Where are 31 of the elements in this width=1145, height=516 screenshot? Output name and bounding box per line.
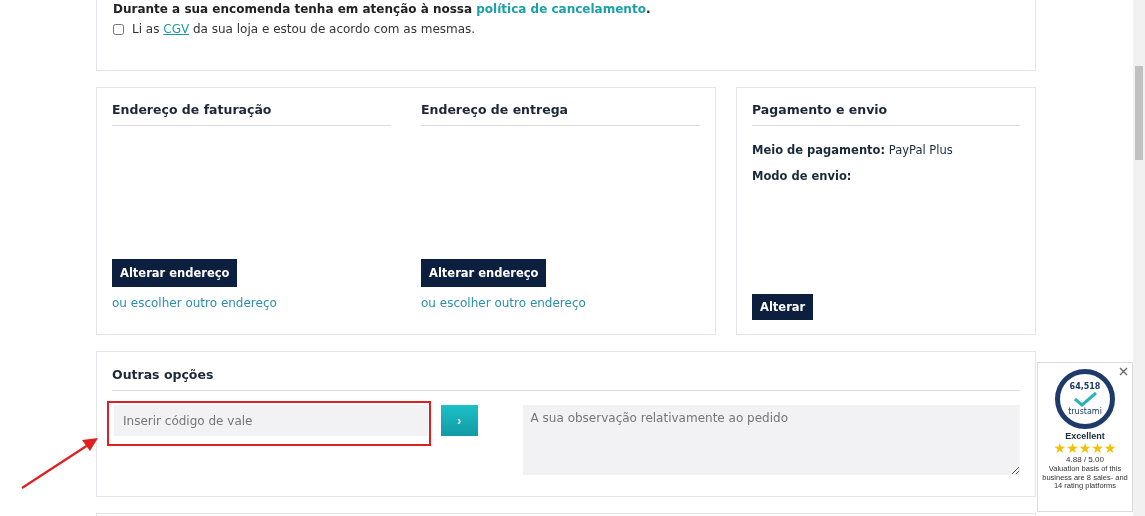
close-icon[interactable] [1119, 367, 1128, 376]
payment-value: PayPal Plus [888, 143, 953, 157]
section-heading: Endereço de entrega [421, 102, 700, 126]
submit-button[interactable]: › [440, 405, 478, 436]
voucher-input[interactable]: Inserir código de vale [114, 405, 428, 436]
choose-address-link[interactable]: ou escolher outro endereço [421, 296, 700, 310]
section-heading: Pagamento e envio [752, 102, 1020, 126]
star-icon: ★ [1066, 441, 1079, 455]
star-icon: ★ [1078, 441, 1092, 455]
payment-label: Meio de pagamento: [752, 143, 886, 157]
trust-seal-badge: 64,518 trustami [1055, 369, 1115, 429]
rating-word: Excellent [1065, 431, 1105, 441]
change-address-button[interactable]: Alterar endereço [112, 259, 238, 287]
cgv-link[interactable]: CGV [163, 22, 190, 36]
change-address-button[interactable]: Alterar endereço [421, 259, 547, 287]
choose-address-link[interactable]: ou escolher outro endereço [112, 296, 391, 310]
change-button[interactable]: Alterar [752, 294, 814, 320]
terms-text: Li as CGV da sua loja e estou de acordo com as mesmas. [132, 22, 476, 36]
notice-text: Durante a sua encomenda tenha em atenção à nossa política de cancelamento. [113, 1, 652, 18]
section-heading: Outras opções [112, 367, 1020, 391]
star-icon: ★ [1091, 441, 1104, 455]
section-heading: Endereço de faturação [112, 102, 391, 126]
terms-checkbox[interactable] [113, 23, 124, 35]
cancellation-policy-link[interactable]: política de cancelamento [476, 2, 646, 16]
star-icon: ★ [1053, 441, 1067, 455]
checkmark-icon [1072, 391, 1098, 407]
star-icon: ★ [1103, 441, 1117, 455]
shipping-label: Modo de envio: [752, 169, 852, 183]
comment-field[interactable]: A sua observação relativamente ao pedido [522, 405, 1020, 475]
rating-score: 4.88 / 5.00 [1066, 455, 1104, 464]
scrollbar[interactable] [1133, 0, 1145, 516]
